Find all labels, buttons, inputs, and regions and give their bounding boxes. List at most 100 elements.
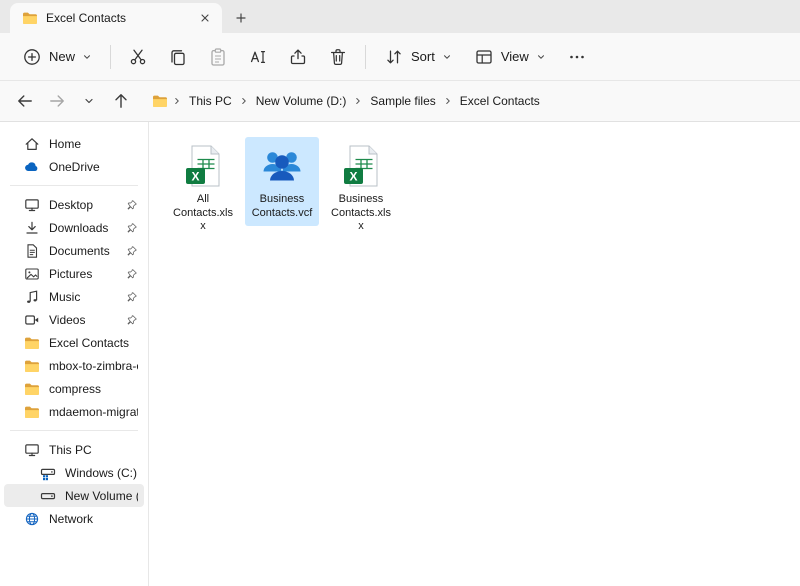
sidebar-item-desktop[interactable]: Desktop [4,193,144,216]
arrow-up-icon [111,91,131,111]
breadcrumb-this-pc[interactable]: This PC [182,90,239,112]
sidebar-item-new-volume-d[interactable]: New Volume (D:) [4,484,144,507]
cloud-icon [24,159,40,175]
view-button[interactable]: View [464,39,556,75]
windows-drive-icon [40,465,56,481]
sidebar-item-label: Music [49,290,80,304]
tab-title: Excel Contacts [46,11,186,25]
pin-icon [126,291,138,303]
sidebar-item-label: Excel Contacts [49,336,129,350]
file-name: Business Contacts.vcf [250,193,314,220]
sidebar-item-label: Desktop [49,198,93,212]
chevron-down-icon [83,95,95,107]
scissors-icon [128,47,148,67]
navigation-bar: This PC New Volume (D:) Sample files Exc… [0,81,800,122]
pin-icon [126,199,138,211]
sidebar-item-onedrive[interactable]: OneDrive [4,155,144,178]
pin-icon [126,268,138,280]
sidebar-item-label: Windows (C:) [65,466,137,480]
folder-icon [24,404,40,420]
new-button-label: New [49,49,75,64]
cut-button[interactable] [119,39,157,75]
sidebar-item-windows-c[interactable]: Windows (C:) [4,461,144,484]
sidebar-item-label: Videos [49,313,85,327]
sidebar-item-label: Pictures [49,267,92,281]
more-options-button[interactable] [558,39,596,75]
sidebar-item-mbox-to-zimbra[interactable]: mbox-to-zimbra-con [4,354,144,377]
vcard-contacts-icon [258,142,306,190]
desktop-icon [24,197,40,213]
sidebar-item-this-pc[interactable]: This PC [4,438,144,461]
sort-arrows-icon [384,47,404,67]
trash-icon [328,47,348,67]
sidebar-item-excel-contacts[interactable]: Excel Contacts [4,331,144,354]
pin-icon [126,222,138,234]
pin-icon [126,245,138,257]
back-button[interactable] [10,86,40,116]
file-business-contacts-xlsx[interactable]: Business Contacts.xlsx [324,137,398,240]
sidebar-item-label: OneDrive [49,160,100,174]
copy-button[interactable] [159,39,197,75]
sidebar-item-music[interactable]: Music [4,285,144,308]
sidebar-item-pictures[interactable]: Pictures [4,262,144,285]
file-all-contacts-xlsx[interactable]: All Contacts.xlsx [166,137,240,240]
rename-icon [248,47,268,67]
plus-icon [235,12,247,24]
copy-icon [168,47,188,67]
toolbar-divider [365,45,366,69]
chevron-right-icon [443,96,453,106]
toolbar-divider [110,45,111,69]
sidebar-item-label: Documents [49,244,110,258]
sort-button-label: Sort [411,49,435,64]
chevron-right-icon [353,96,363,106]
breadcrumb-sample-files[interactable]: Sample files [363,90,442,112]
home-icon [24,136,40,152]
folder-icon [152,93,168,109]
pin-icon [126,314,138,326]
window-body: Home OneDrive Desktop Downloads [0,122,800,586]
recent-locations-button[interactable] [74,86,104,116]
up-button[interactable] [106,86,136,116]
file-list-area[interactable]: All Contacts.xlsx Business Contacts.vcf … [149,122,800,586]
sidebar-item-documents[interactable]: Documents [4,239,144,262]
file-explorer-window: Excel Contacts New [0,0,800,586]
breadcrumb[interactable]: This PC New Volume (D:) Sample files Exc… [146,85,790,117]
breadcrumb-excel-contacts[interactable]: Excel Contacts [453,90,547,112]
document-icon [24,243,40,259]
sidebar-item-mdaemon-migrator[interactable]: mdaemon-migrator [4,400,144,423]
paste-button[interactable] [199,39,237,75]
new-tab-button[interactable] [228,5,254,31]
tab-close-button[interactable] [194,7,216,29]
new-button[interactable]: New [12,39,102,75]
breadcrumb-new-volume-d[interactable]: New Volume (D:) [249,90,354,112]
chevron-down-icon [442,52,452,62]
folder-icon [24,381,40,397]
chevron-down-icon [82,52,92,62]
sidebar-item-downloads[interactable]: Downloads [4,216,144,239]
sidebar-item-network[interactable]: Network [4,507,144,530]
sidebar-item-label: Downloads [49,221,108,235]
titlebar: Excel Contacts [0,0,800,33]
sidebar-item-label: New Volume (D:) [65,489,138,503]
sidebar-item-label: mbox-to-zimbra-con [49,359,138,373]
share-button[interactable] [279,39,317,75]
forward-button[interactable] [42,86,72,116]
picture-icon [24,266,40,282]
network-globe-icon [24,511,40,527]
delete-button[interactable] [319,39,357,75]
sort-button[interactable]: Sort [374,39,462,75]
folder-icon [24,335,40,351]
music-note-icon [24,289,40,305]
sidebar-divider [10,185,138,186]
computer-icon [24,442,40,458]
sidebar-item-videos[interactable]: Videos [4,308,144,331]
sidebar-item-home[interactable]: Home [4,132,144,155]
excel-file-icon [337,142,385,190]
command-toolbar: New Sort View [0,33,800,81]
sidebar-item-compress[interactable]: compress [4,377,144,400]
rename-button[interactable] [239,39,277,75]
folder-icon [22,10,38,26]
view-layout-icon [474,47,494,67]
explorer-tab[interactable]: Excel Contacts [10,3,222,33]
file-business-contacts-vcf[interactable]: Business Contacts.vcf [245,137,319,226]
